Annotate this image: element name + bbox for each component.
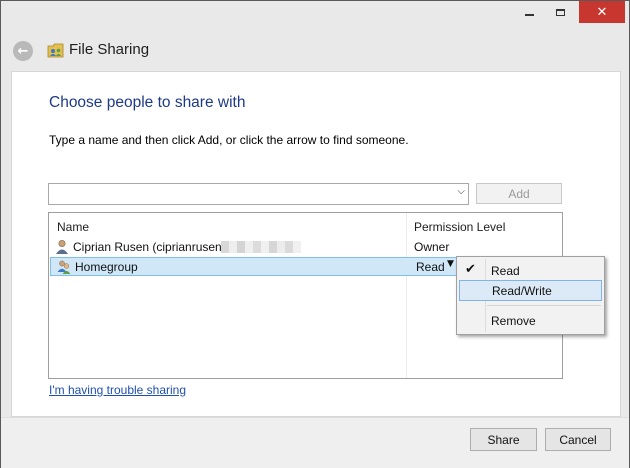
table-row[interactable]: Ciprian Rusen (ciprianrusen Owner: [49, 238, 562, 256]
minimize-button[interactable]: [515, 1, 543, 23]
dropdown-arrow-icon[interactable]: ⌵: [457, 186, 465, 197]
dialog-footer: Share Cancel: [1, 417, 629, 468]
menu-item-label: Read/Write: [492, 284, 552, 298]
name-combobox[interactable]: ⌵: [48, 183, 469, 205]
menu-divider: [487, 305, 601, 306]
row-permission[interactable]: Read: [416, 260, 445, 274]
share-button[interactable]: Share: [470, 428, 537, 451]
grid-header: Name Permission Level: [49, 213, 562, 237]
row-name: Homegroup: [75, 260, 138, 274]
file-sharing-window: ✕ ← File Sharing Choose people to share …: [0, 0, 630, 468]
close-button[interactable]: ✕: [579, 1, 625, 23]
menu-item-label: Remove: [491, 314, 536, 328]
menu-item-remove[interactable]: Remove: [459, 310, 602, 331]
trouble-sharing-link[interactable]: I'm having trouble sharing: [49, 383, 186, 397]
cancel-button[interactable]: Cancel: [545, 428, 611, 451]
row-permission: Owner: [414, 240, 450, 254]
instruction-text: Type a name and then click Add, or click…: [49, 133, 409, 147]
column-header-permission[interactable]: Permission Level: [414, 220, 505, 234]
page-heading: Choose people to share with: [49, 94, 246, 111]
menu-item-read-write[interactable]: Read/Write: [459, 280, 602, 301]
minimize-icon: [524, 14, 534, 16]
window-title: File Sharing: [69, 41, 150, 58]
column-header-name[interactable]: Name: [57, 220, 89, 234]
homegroup-icon: [57, 260, 71, 274]
file-sharing-icon: [47, 43, 64, 58]
redacted-email: [221, 241, 301, 253]
close-icon: ✕: [596, 4, 608, 20]
add-button[interactable]: Add: [476, 183, 562, 204]
permission-context-menu: ✔ Read Read/Write Remove: [456, 256, 605, 335]
back-button[interactable]: ←: [13, 41, 33, 61]
title-bar: ✕ ← File Sharing: [1, 1, 629, 69]
checkmark-icon: ✔: [465, 262, 476, 277]
maximize-button[interactable]: [545, 1, 575, 23]
content-panel: Choose people to share with Type a name …: [11, 71, 621, 417]
name-input[interactable]: [51, 185, 450, 205]
permission-dropdown-icon[interactable]: ▼: [447, 259, 454, 269]
row-name: Ciprian Rusen (ciprianrusen: [73, 240, 222, 254]
menu-item-label: Read: [491, 264, 520, 278]
maximize-icon: [555, 8, 565, 16]
menu-item-read[interactable]: ✔ Read: [459, 260, 602, 281]
user-icon: [56, 239, 68, 254]
back-arrow-icon: ←: [17, 43, 29, 59]
